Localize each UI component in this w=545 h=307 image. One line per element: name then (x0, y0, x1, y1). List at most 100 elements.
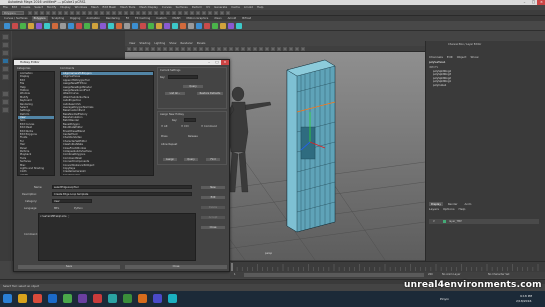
status-tool-icon[interactable] (94, 11, 98, 15)
status-tool-icon[interactable] (214, 11, 218, 15)
shelf-tool-icon[interactable] (236, 23, 242, 29)
status-tool-icon[interactable] (106, 11, 110, 15)
status-tool-icon[interactable] (88, 11, 92, 15)
status-tool-icon[interactable] (178, 11, 182, 15)
query-button-2[interactable]: Query (183, 157, 199, 162)
shelf-tool-icon[interactable] (164, 23, 170, 29)
layer-menu-item[interactable]: Layers (429, 207, 439, 211)
panel-tool-icon[interactable] (235, 47, 239, 51)
status-tool-icon[interactable] (70, 11, 74, 15)
status-tool-icon[interactable] (184, 11, 188, 15)
shelf-tool-icon[interactable] (148, 23, 154, 29)
shelf-tool-icon[interactable] (60, 23, 66, 29)
status-tool-icon[interactable] (28, 11, 32, 15)
app-icon[interactable] (93, 294, 102, 303)
status-tool-icon[interactable] (142, 11, 146, 15)
shelf-tool-icon[interactable] (228, 23, 234, 29)
command-textarea[interactable]: createCVNTemplate ; (38, 213, 196, 261)
layer-tab[interactable]: Render (446, 202, 460, 206)
status-tool-icon[interactable] (202, 11, 206, 15)
assign-key-field[interactable] (184, 118, 196, 122)
app-icon[interactable] (78, 294, 87, 303)
layer-visibility-icon[interactable]: V (433, 220, 435, 223)
layer-menu-item[interactable]: Help (459, 207, 466, 211)
status-tool-icon[interactable] (40, 11, 44, 15)
shelf-tool-icon[interactable] (100, 23, 106, 29)
status-tool-icon[interactable] (112, 11, 116, 15)
panel-tool-icon[interactable] (301, 47, 305, 51)
shelf-tool-icon[interactable] (180, 23, 186, 29)
layer-tab[interactable]: Display (429, 202, 443, 206)
shelf-tool-icon[interactable] (44, 23, 50, 29)
shelf-tool-icon[interactable] (140, 23, 146, 29)
modifier-checkbox[interactable]: ☐ Command (201, 125, 217, 128)
panel-tool-icon[interactable] (211, 47, 215, 51)
layer-color-swatch[interactable] (443, 220, 446, 223)
status-tool-icon[interactable] (166, 11, 170, 15)
maya-icon[interactable] (168, 294, 177, 303)
panel-tool-icon[interactable] (193, 47, 197, 51)
commands-list[interactable]: AlignCameraToPolygon AlignSurfaces AppendT… (60, 71, 154, 176)
panel-tool-icon[interactable] (199, 47, 203, 51)
status-tool-icon[interactable] (118, 11, 122, 15)
channel-menu-item[interactable]: Channels (429, 55, 443, 59)
paint-select-icon[interactable] (2, 50, 9, 56)
side-button-close[interactable]: Close (200, 225, 226, 230)
app-icon[interactable] (138, 294, 147, 303)
status-tool-icon[interactable] (76, 11, 80, 15)
panel-tool-icon[interactable] (217, 47, 221, 51)
layer-tab[interactable]: Anim (462, 202, 473, 206)
language-python-radio[interactable]: Python (74, 207, 83, 210)
language-mel-radio[interactable]: MEL (54, 207, 59, 210)
panel-tool-icon[interactable] (223, 47, 227, 51)
select-tool-icon[interactable] (2, 34, 9, 40)
side-button-edit[interactable]: Edit (200, 195, 226, 200)
panel-tool-icon[interactable] (277, 47, 281, 51)
shelf-tool-icon[interactable] (196, 23, 202, 29)
panel-tool-icon[interactable] (157, 47, 161, 51)
rotate-tool-icon[interactable] (2, 66, 9, 72)
shelf-tool-icon[interactable] (20, 23, 26, 29)
shelf-tool-icon[interactable] (204, 23, 210, 29)
name-field[interactable]: selectEdgeLoopTool (52, 185, 192, 189)
side-button-accept[interactable]: Accept (200, 215, 226, 220)
layout-four-icon[interactable] (2, 99, 9, 105)
app-icon[interactable] (108, 294, 117, 303)
side-button-delete[interactable]: Delete (200, 205, 226, 210)
status-tool-icon[interactable] (34, 11, 38, 15)
panel-tool-icon[interactable] (259, 47, 263, 51)
anim-layer[interactable]: No Anim Layer (442, 273, 460, 276)
direction-press[interactable]: Press (161, 135, 168, 138)
list-all-button[interactable]: List All... (164, 91, 186, 96)
shelf-tool-icon[interactable] (84, 23, 90, 29)
shelf-tool-icon[interactable] (108, 23, 114, 29)
panel-tool-icon[interactable] (205, 47, 209, 51)
modifier-checkbox[interactable]: ☐ Ctrl (181, 125, 188, 128)
status-tool-icon[interactable] (136, 11, 140, 15)
modifier-checkbox[interactable]: ☐ Alt (161, 125, 167, 128)
time-slider[interactable] (230, 261, 545, 272)
close-button[interactable]: Close (124, 264, 228, 270)
dialog-close-button[interactable]: × (221, 60, 229, 65)
categories-list[interactable]: Animation Display Edit File Help Hotbox Window… (17, 71, 55, 176)
lasso-tool-icon[interactable] (2, 42, 9, 48)
selected-cube-mesh[interactable] (286, 59, 336, 233)
range-slider[interactable]: 1 200 No Anim Layer No Character Set (230, 272, 545, 278)
category-field[interactable]: User (52, 199, 92, 203)
shelf-tool-icon[interactable] (76, 23, 82, 29)
channel-menu-item[interactable]: Object (457, 55, 467, 59)
shelf-tool-icon[interactable] (220, 23, 226, 29)
description-field[interactable]: Create Edge Loop template (52, 192, 192, 196)
status-tool-icon[interactable] (58, 11, 62, 15)
panel-tool-icon[interactable] (175, 47, 179, 51)
channel-menu-item[interactable]: Edit (447, 55, 453, 59)
input-node[interactable]: polyCube1 (433, 84, 451, 87)
app-icon[interactable] (123, 294, 132, 303)
category-item[interactable]: nCloth (18, 174, 54, 175)
status-tool-icon[interactable] (160, 11, 164, 15)
current-key-field[interactable] (168, 75, 198, 79)
panel-tool-icon[interactable] (187, 47, 191, 51)
shelf-tool-icon[interactable] (124, 23, 130, 29)
input-language[interactable]: Pinyin (440, 297, 449, 301)
move-tool-icon[interactable] (2, 58, 9, 64)
